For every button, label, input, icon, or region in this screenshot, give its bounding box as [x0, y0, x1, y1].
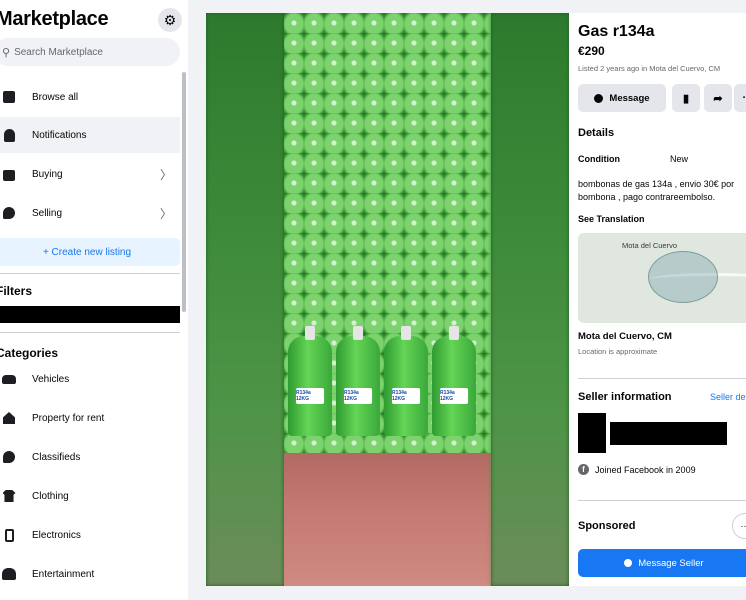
storefront-icon	[3, 91, 15, 103]
message-seller-button[interactable]: Message Seller	[578, 549, 746, 577]
divider	[578, 500, 746, 501]
tag-icon	[3, 207, 15, 219]
car-icon	[2, 374, 16, 384]
photo-front-cylinders: R134a 12KG R134a 12KG R134a 12KG R134a 1…	[288, 326, 476, 436]
map-location-circle	[648, 251, 718, 303]
cylinder-label: R134a 12KG	[344, 388, 372, 404]
sidebar-item-label: Notifications	[32, 129, 87, 141]
listing-meta: Listed 2 years ago in Mota del Cuervo, C…	[578, 64, 721, 73]
seller-details-link[interactable]: Seller details	[710, 392, 746, 402]
category-label: Classifieds	[32, 451, 81, 463]
bell-icon	[3, 128, 15, 142]
listing-title: Gas r134a	[578, 23, 655, 40]
sponsored-heading: Sponsored	[578, 520, 636, 532]
listing-price: €290	[578, 44, 605, 58]
message-button[interactable]: Message	[578, 84, 666, 112]
sidebar-item-browse-all[interactable]: Browse all	[0, 79, 180, 115]
sidebar-item-label: Browse all	[32, 91, 79, 103]
share-icon[interactable]: ➦	[704, 84, 732, 112]
category-entertainment[interactable]: Entertainment	[0, 556, 180, 592]
categories-heading: Categories	[0, 346, 59, 360]
tag-icon	[3, 451, 15, 463]
settings-gear-icon[interactable]: ⚙	[158, 8, 182, 32]
shirt-icon	[2, 490, 16, 502]
chevron-right-icon: 〉	[159, 167, 172, 182]
category-vehicles[interactable]: Vehicles	[0, 361, 180, 397]
message-button-label: Message	[609, 92, 650, 104]
create-listing-button[interactable]: + Create new listing	[0, 238, 180, 266]
seller-heading: Seller information	[578, 391, 672, 403]
category-label: Clothing	[32, 490, 69, 502]
location-name: Mota del Cuervo, CM	[578, 331, 672, 342]
filters-heading: Filters	[0, 284, 33, 298]
messenger-icon	[594, 93, 604, 103]
save-bookmark-icon[interactable]: ▮	[672, 84, 700, 112]
category-label: Entertainment	[32, 568, 95, 580]
category-label: Electronics	[32, 529, 81, 541]
redacted-filter	[0, 306, 180, 323]
listing-description: bombonas de gas 134a , envio 30€ por bom…	[578, 179, 735, 202]
location-note: Location is approximate	[578, 347, 658, 356]
see-translation-link[interactable]: See Translation	[578, 214, 645, 224]
divider	[0, 332, 180, 333]
listing-details-panel: Gas r134a €290 Listed 2 years ago in Mot…	[569, 13, 746, 586]
redacted-seller-name	[610, 422, 727, 445]
sidebar-item-selling[interactable]: Selling 〉	[0, 195, 180, 231]
sidebar-item-buying[interactable]: Buying 〉	[0, 156, 180, 192]
photo-blur-right	[491, 13, 569, 586]
listing-photo[interactable]: R134a 12KG R134a 12KG R134a 12KG R134a 1…	[206, 13, 569, 586]
joined-facebook: Joined Facebook in 2009	[595, 465, 696, 475]
more-options-icon[interactable]: ···	[734, 84, 746, 112]
sidebar-item-label: Selling	[32, 207, 63, 219]
search-input[interactable]: ⚲ Search Marketplace	[0, 38, 180, 66]
category-label: Property for rent	[32, 412, 105, 424]
cylinder-label: R134a 12KG	[392, 388, 420, 404]
sidebar-item-notifications[interactable]: Notifications	[0, 117, 180, 153]
category-classifieds[interactable]: Classifieds	[0, 439, 180, 475]
category-label: Vehicles	[32, 373, 70, 385]
shopping-bag-icon	[3, 169, 15, 181]
sponsored-more-icon[interactable]: ···	[732, 513, 746, 539]
message-seller-label: Message Seller	[638, 557, 704, 569]
photo-blur-left	[206, 13, 284, 586]
photo-gas-cylinders: R134a 12KG R134a 12KG R134a 12KG R134a 1…	[284, 13, 491, 586]
location-map[interactable]: Mota del Cuervo	[578, 233, 746, 323]
cylinder-label: R134a 12KG	[440, 388, 468, 404]
facebook-icon: f	[578, 464, 589, 475]
search-icon: ⚲	[2, 46, 11, 59]
sidebar-title: Marketplace	[0, 8, 109, 30]
category-clothing[interactable]: Clothing	[0, 478, 180, 514]
search-placeholder: Search Marketplace	[14, 46, 103, 58]
divider	[578, 378, 746, 379]
category-property-for-rent[interactable]: Property for rent	[0, 400, 180, 436]
cylinder-label: R134a 12KG	[296, 388, 324, 404]
messenger-icon	[624, 559, 633, 567]
people-icon	[2, 568, 16, 580]
marketplace-sidebar: Marketplace ⚙ ⚲ Search Marketplace Brows…	[0, 0, 188, 600]
sidebar-item-label: Buying	[32, 168, 63, 180]
condition-label: Condition	[578, 154, 620, 164]
chevron-right-icon: 〉	[159, 206, 172, 221]
map-town-label: Mota del Cuervo	[622, 241, 678, 250]
condition-value: New	[670, 154, 689, 164]
redacted-avatar	[578, 413, 606, 453]
house-icon	[3, 412, 15, 424]
details-heading: Details	[578, 127, 615, 139]
sidebar-scrollbar[interactable]	[182, 72, 186, 312]
category-electronics[interactable]: Electronics	[0, 517, 180, 553]
divider	[0, 273, 180, 274]
phone-icon	[4, 528, 14, 542]
